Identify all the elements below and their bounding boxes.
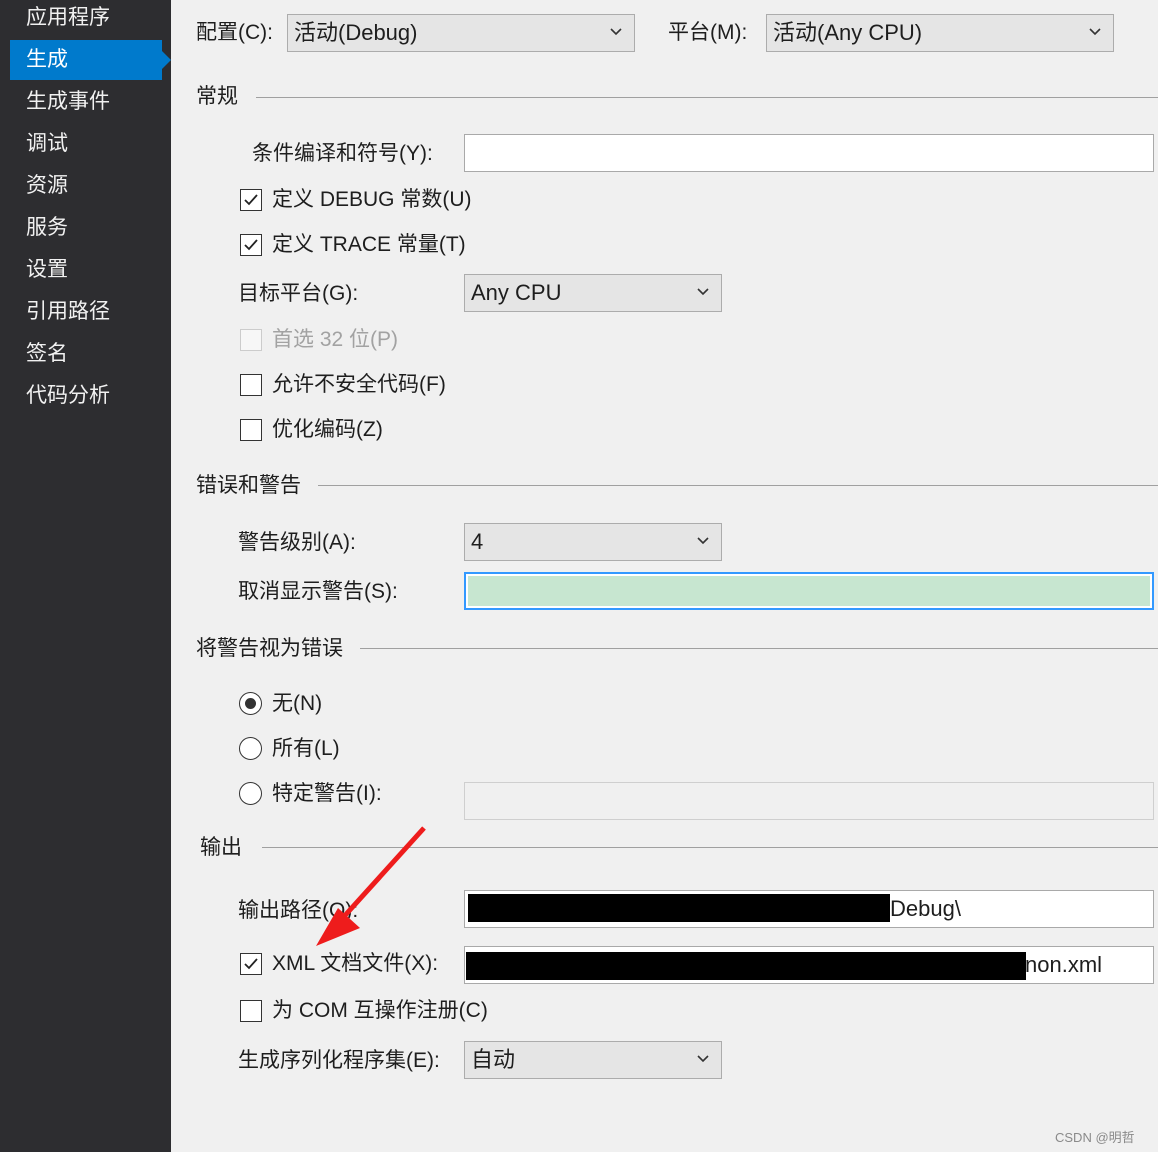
define-debug-label: 定义 DEBUG 常数(U) xyxy=(272,188,472,211)
platform-dropdown[interactable]: 活动(Any CPU) xyxy=(766,14,1114,52)
define-trace-label: 定义 TRACE 常量(T) xyxy=(272,233,466,256)
target-platform-label: 目标平台(G): xyxy=(238,282,359,305)
define-debug-checkbox[interactable] xyxy=(240,189,262,211)
treat-warnings-none-radio[interactable] xyxy=(239,692,262,715)
configuration-label: 配置(C): xyxy=(196,21,273,44)
xml-doc-checkbox[interactable] xyxy=(240,953,262,975)
treat-warnings-all-radio[interactable] xyxy=(239,737,262,760)
treat-warnings-specific-label: 特定警告(I): xyxy=(272,782,382,805)
specific-warnings-input[interactable] xyxy=(464,782,1154,820)
section-title-treat-warnings: 将警告视为错误 xyxy=(196,637,343,660)
sidebar-item-code-analysis[interactable]: 代码分析 xyxy=(10,376,162,416)
checkmark-icon xyxy=(244,194,258,206)
warning-level-label: 警告级别(A): xyxy=(238,531,356,554)
sidebar-item-resources[interactable]: 资源 xyxy=(10,166,162,206)
treat-warnings-none-label: 无(N) xyxy=(272,692,323,715)
watermark: CSDN @明哲 xyxy=(1055,1130,1135,1145)
warning-level-value: 4 xyxy=(471,529,484,554)
section-divider xyxy=(318,485,1158,486)
suppress-warnings-label: 取消显示警告(S): xyxy=(238,580,398,603)
platform-value: 活动(Any CPU) xyxy=(773,20,923,45)
xml-doc-value: non.xml xyxy=(1025,952,1103,977)
target-platform-value: Any CPU xyxy=(471,280,562,305)
sidebar-item-debug[interactable]: 调试 xyxy=(10,124,162,164)
redaction-block xyxy=(466,952,1026,980)
redaction-block xyxy=(468,894,890,922)
warning-level-dropdown[interactable]: 4 xyxy=(464,523,722,561)
platform-label: 平台(M): xyxy=(668,21,748,44)
com-interop-label: 为 COM 互操作注册(C) xyxy=(272,999,488,1022)
chevron-down-icon xyxy=(697,288,709,296)
treat-warnings-all-label: 所有(L) xyxy=(272,737,340,760)
optimize-code-checkbox[interactable] xyxy=(240,419,262,441)
section-title-general: 常规 xyxy=(196,85,238,108)
com-interop-checkbox[interactable] xyxy=(240,1000,262,1022)
serialization-value: 自动 xyxy=(471,1047,516,1072)
sidebar-nav: 应用程序 生成 生成事件 调试 资源 服务 设置 引用路径 签名 代码分析 xyxy=(0,0,171,1152)
target-platform-dropdown[interactable]: Any CPU xyxy=(464,274,722,312)
section-title-output: 输出 xyxy=(200,836,242,859)
checkmark-icon xyxy=(244,239,258,251)
prefer-32bit-checkbox[interactable] xyxy=(240,329,262,351)
sidebar-item-signing[interactable]: 签名 xyxy=(10,334,162,374)
serialization-dropdown[interactable]: 自动 xyxy=(464,1041,722,1079)
conditional-symbols-label: 条件编译和符号(Y): xyxy=(252,142,433,165)
checkmark-icon xyxy=(244,958,258,970)
sidebar-item-application[interactable]: 应用程序 xyxy=(10,0,162,38)
chevron-down-icon xyxy=(1089,28,1101,36)
chevron-down-icon xyxy=(697,537,709,545)
annotation-arrow-icon xyxy=(316,826,426,946)
treat-warnings-specific-radio[interactable] xyxy=(239,782,262,805)
allow-unsafe-checkbox[interactable] xyxy=(240,374,262,396)
output-path-value: Debug\ xyxy=(890,896,961,921)
optimize-code-label: 优化编码(Z) xyxy=(272,418,383,441)
sidebar-item-build[interactable]: 生成 xyxy=(10,40,171,80)
radio-selected-dot xyxy=(245,698,256,709)
serialization-label: 生成序列化程序集(E): xyxy=(238,1049,440,1072)
suppress-warnings-input[interactable] xyxy=(464,572,1154,610)
suppress-warnings-value xyxy=(468,576,1150,606)
configuration-value: 活动(Debug) xyxy=(294,20,418,45)
sidebar-item-build-events[interactable]: 生成事件 xyxy=(10,82,162,122)
section-divider xyxy=(256,97,1158,98)
conditional-symbols-input[interactable] xyxy=(464,134,1154,172)
configuration-dropdown[interactable]: 活动(Debug) xyxy=(287,14,635,52)
define-trace-checkbox[interactable] xyxy=(240,234,262,256)
section-divider xyxy=(360,648,1158,649)
sidebar-item-services[interactable]: 服务 xyxy=(10,208,162,248)
allow-unsafe-label: 允许不安全代码(F) xyxy=(272,373,446,396)
chevron-down-icon xyxy=(697,1055,709,1063)
sidebar-item-settings[interactable]: 设置 xyxy=(10,250,162,290)
section-title-errors-warnings: 错误和警告 xyxy=(196,474,301,497)
prefer-32bit-label: 首选 32 位(P) xyxy=(272,328,399,351)
sidebar-item-reference-paths[interactable]: 引用路径 xyxy=(10,292,162,332)
chevron-down-icon xyxy=(610,28,622,36)
